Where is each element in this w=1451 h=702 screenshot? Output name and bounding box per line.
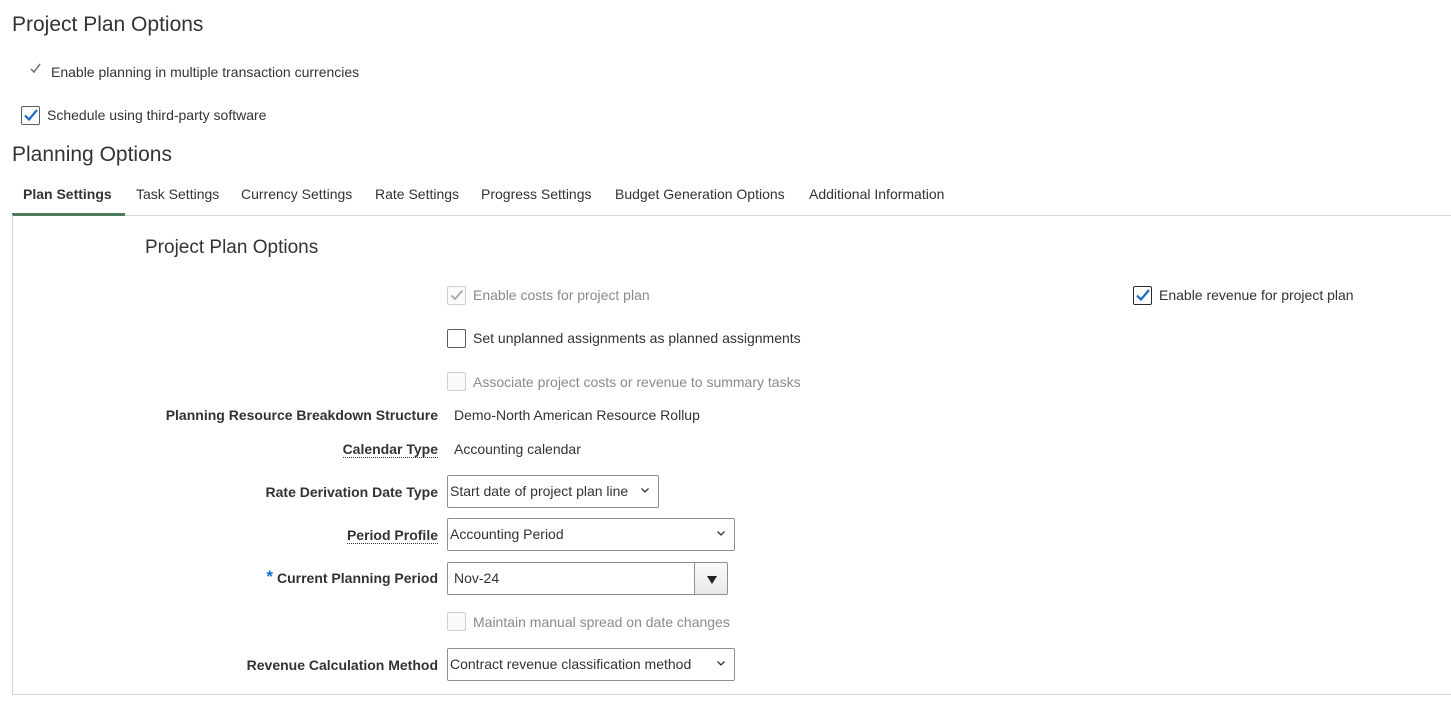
tab-additional-information[interactable]: Additional Information [809, 186, 944, 202]
unplanned-assignments-checkbox[interactable] [447, 329, 466, 348]
third-party-label: Schedule using third-party software [47, 107, 267, 123]
manual-spread-checkbox[interactable] [447, 612, 466, 631]
triangle-down-icon [707, 576, 717, 584]
calendar-type-label: Calendar Type [342, 441, 438, 458]
current-period-label-text: Current Planning Period [276, 570, 438, 586]
associate-summary-checkbox[interactable] [447, 372, 466, 391]
required-indicator: * [266, 567, 273, 586]
checkmark-icon [1136, 289, 1150, 302]
chevron-down-icon [717, 531, 725, 536]
checkmark-icon [450, 289, 464, 301]
associate-summary-label: Associate project costs or revenue to su… [473, 374, 801, 390]
period-profile-label: Period Profile [346, 527, 438, 544]
calendar-type-label-text: Calendar Type [342, 441, 438, 458]
checkmark-icon [24, 109, 38, 122]
rate-derivation-select[interactable]: Start date of project plan line [447, 475, 659, 508]
chevron-down-icon [641, 488, 649, 493]
rbs-label: Planning Resource Breakdown Structure [165, 407, 438, 423]
chevron-down-icon [717, 661, 725, 666]
checkmark-icon [30, 63, 41, 74]
rate-derivation-label: Rate Derivation Date Type [265, 484, 438, 500]
manual-spread-label: Maintain manual spread on date changes [473, 614, 730, 630]
tab-progress-settings[interactable]: Progress Settings [481, 186, 592, 202]
enable-revenue-label: Enable revenue for project plan [1159, 287, 1354, 303]
rbs-value: Demo-North American Resource Rollup [454, 407, 700, 423]
tab-plan-settings[interactable]: Plan Settings [23, 186, 112, 202]
panel-title: Project Plan Options [145, 237, 319, 258]
tab-currency-settings[interactable]: Currency Settings [241, 186, 352, 202]
calendar-type-value: Accounting calendar [454, 441, 581, 457]
multi-currency-label: Enable planning in multiple transaction … [51, 64, 360, 80]
period-profile-value: Accounting Period [450, 526, 564, 542]
enable-costs-checkbox[interactable] [447, 286, 466, 305]
revenue-method-select[interactable]: Contract revenue classification method [447, 648, 735, 681]
current-period-dropdown-button[interactable] [694, 562, 728, 595]
enable-costs-label: Enable costs for project plan [473, 287, 650, 303]
unplanned-assignments-label: Set unplanned assignments as planned ass… [473, 330, 801, 346]
revenue-method-value: Contract revenue classification method [450, 656, 692, 672]
third-party-checkbox[interactable] [21, 106, 40, 125]
current-period-label: * Current Planning Period [266, 567, 438, 588]
rate-derivation-value: Start date of project plan line [450, 483, 629, 499]
tab-task-settings[interactable]: Task Settings [136, 186, 219, 202]
revenue-method-label: Revenue Calculation Method [246, 657, 438, 673]
tab-budget-generation-options[interactable]: Budget Generation Options [615, 186, 785, 202]
enable-revenue-checkbox[interactable] [1133, 286, 1152, 305]
page-title: Project Plan Options [12, 13, 204, 36]
period-profile-label-text: Period Profile [346, 527, 438, 544]
current-period-input[interactable]: Nov-24 [447, 562, 695, 595]
tab-rate-settings[interactable]: Rate Settings [375, 186, 459, 202]
current-period-combobox: Nov-24 [447, 562, 728, 595]
period-profile-select[interactable]: Accounting Period [447, 518, 735, 551]
planning-options-title: Planning Options [12, 143, 172, 166]
tab-bar: Plan Settings Task Settings Currency Set… [12, 178, 1451, 216]
